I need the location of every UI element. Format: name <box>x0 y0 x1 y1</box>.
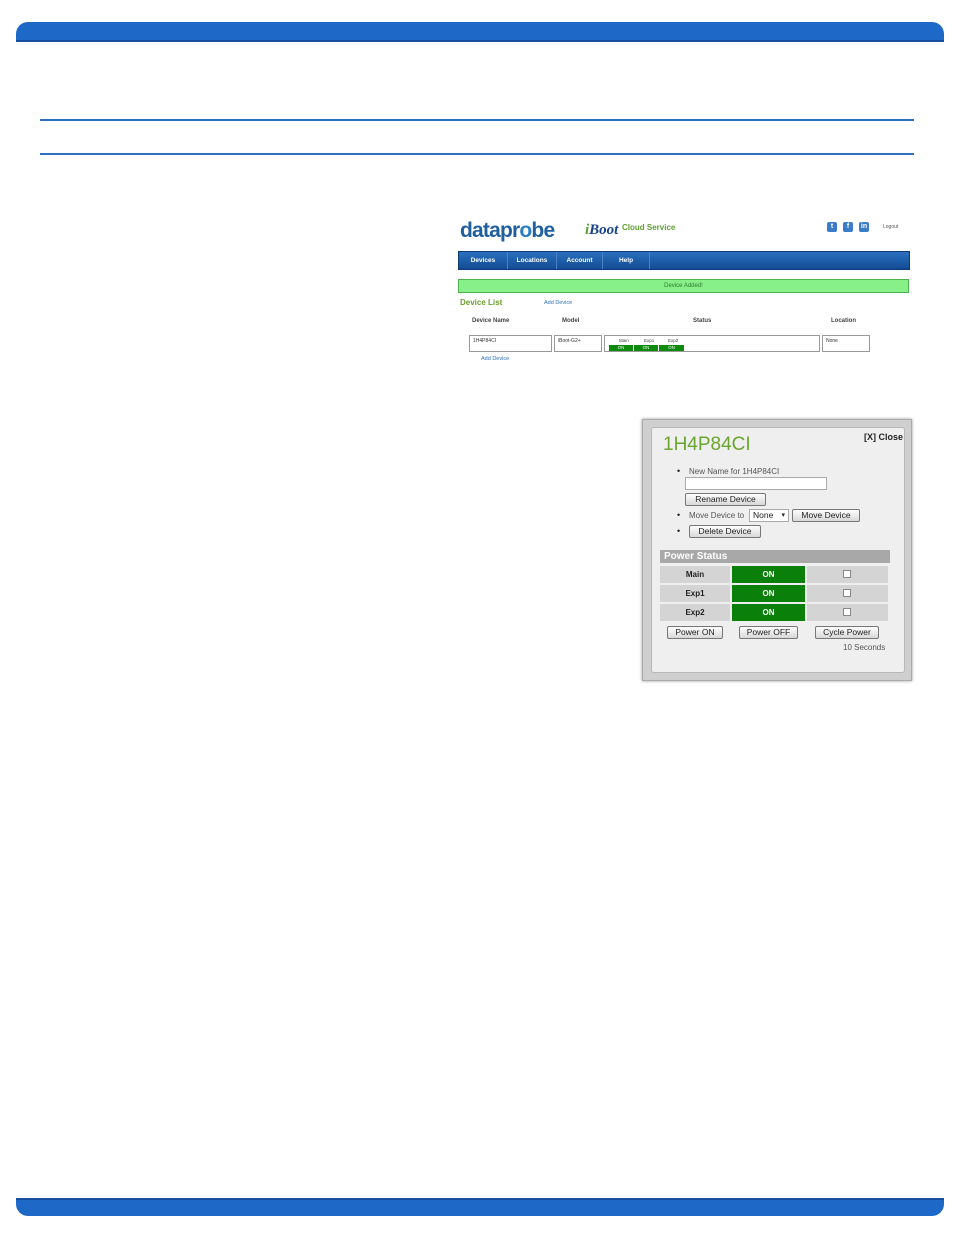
outlet-label-exp2: Exp2 <box>660 604 730 621</box>
status-exp2-on[interactable]: ON <box>659 345 684 351</box>
power-status-header: Power Status <box>660 550 890 563</box>
col-device-name: Device Name <box>472 318 510 324</box>
header-rule-top <box>40 119 914 121</box>
bullet-icon: • <box>677 510 681 520</box>
outlet-select-cell-main <box>807 566 888 583</box>
bullet-icon: • <box>677 526 681 536</box>
dataprobe-logo: dataprobe <box>460 219 555 242</box>
nav-account[interactable]: Account <box>557 252 603 269</box>
dropdown-arrow-icon: ▾ <box>781 512 785 519</box>
logout-link[interactable]: Logout <box>883 224 898 230</box>
power-on-button[interactable]: Power ON <box>667 626 723 639</box>
footer-band <box>16 1198 944 1216</box>
header-rule-bottom <box>40 153 914 155</box>
add-device-link[interactable]: Add Device <box>544 300 572 306</box>
outlet-select-cell-exp1 <box>807 585 888 602</box>
add-device-link-bottom[interactable]: Add Device <box>481 356 509 362</box>
power-off-button[interactable]: Power OFF <box>739 626 798 639</box>
facebook-icon[interactable]: f <box>843 222 853 232</box>
iboot-logo: iBoot <box>585 222 619 238</box>
rename-label: New Name for 1H4P84CI <box>689 467 780 476</box>
col-location: Location <box>831 318 856 324</box>
outlet-label-exp1: Exp1 <box>660 585 730 602</box>
nav-locations[interactable]: Locations <box>508 252 557 269</box>
status-label-main: Main <box>619 338 629 343</box>
linkedin-icon[interactable]: in <box>859 222 869 232</box>
outlet-status-exp2: ON <box>732 604 805 621</box>
outlet-checkbox-main[interactable] <box>843 570 851 578</box>
status-label-exp2: Exp2 <box>668 338 679 343</box>
move-label: Move Device to <box>689 511 745 520</box>
twitter-icon[interactable]: t <box>827 222 837 232</box>
status-exp1-on[interactable]: ON <box>634 345 658 351</box>
col-model: Model <box>562 318 580 324</box>
status-label-exp1: Exp1 <box>644 338 655 343</box>
new-name-input[interactable] <box>685 477 827 490</box>
location-select-value: None <box>753 510 774 520</box>
col-status: Status <box>693 318 712 324</box>
move-device-button[interactable]: Move Device <box>792 509 860 522</box>
nav-devices[interactable]: Devices <box>459 252 508 269</box>
header-band <box>16 22 944 42</box>
outlet-label-main: Main <box>660 566 730 583</box>
location-select[interactable]: None ▾ <box>749 509 789 522</box>
service-title: Cloud Service <box>622 223 676 232</box>
rename-device-button[interactable]: Rename Device <box>685 493 766 506</box>
device-list-title: Device List <box>460 298 503 307</box>
device-model-cell: iBoot-G2+ <box>554 335 602 352</box>
outlet-checkbox-exp2[interactable] <box>843 608 851 616</box>
device-added-banner: Device Added! <box>458 279 909 293</box>
status-main-on[interactable]: ON <box>609 345 633 351</box>
main-nav: Devices Locations Account Help <box>458 251 910 270</box>
cycle-power-button[interactable]: Cycle Power <box>815 626 879 639</box>
outlet-select-cell-exp2 <box>807 604 888 621</box>
outlet-status-exp1: ON <box>732 585 805 602</box>
device-location-cell: None <box>822 335 870 352</box>
close-button[interactable]: [X] Close <box>864 432 903 442</box>
dialog-title: 1H4P84CI <box>663 434 751 455</box>
nav-help[interactable]: Help <box>603 252 650 269</box>
cycle-duration: 10 Seconds <box>843 643 886 652</box>
delete-device-button[interactable]: Delete Device <box>689 525 761 538</box>
outlet-status-main: ON <box>732 566 805 583</box>
device-name-cell[interactable]: 1H4P84CI <box>469 335 552 352</box>
bullet-icon: • <box>677 466 681 476</box>
outlet-checkbox-exp1[interactable] <box>843 589 851 597</box>
